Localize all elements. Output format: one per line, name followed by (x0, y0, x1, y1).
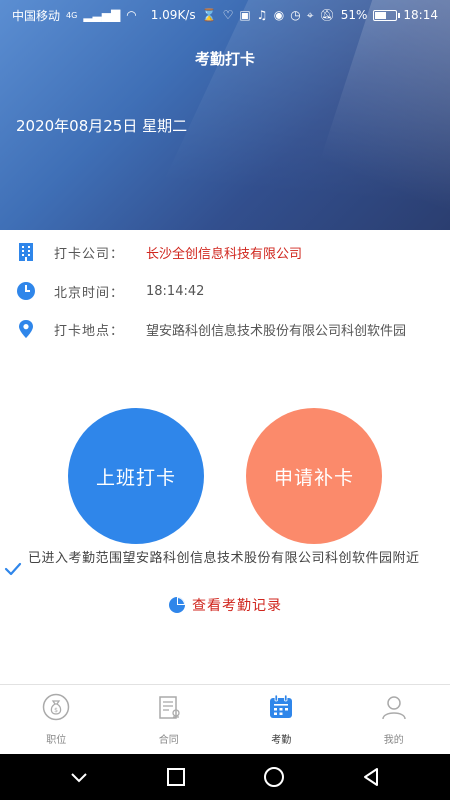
location-label: 打卡地点： (54, 323, 125, 339)
range-notice: 已进入考勤范围望安路科创信息技术股份有限公司科创软件园附近 (28, 551, 420, 566)
calendar-icon (270, 694, 293, 718)
square-icon (167, 768, 186, 786)
location-icon: ⌖ (306, 8, 314, 22)
wifi-icon: ◠ (126, 8, 137, 22)
location-row: 打卡地点： 望安路科创信息技术股份有限公司科创软件园 (0, 310, 450, 348)
time-label: 北京时间： (54, 285, 125, 301)
network-type: 4G (66, 10, 78, 20)
system-nav-bar (0, 754, 450, 800)
circle-icon (263, 767, 284, 787)
tab-contract[interactable]: 合同 (113, 685, 226, 754)
pie-chart-icon (169, 597, 185, 613)
battery-percent: 51% (340, 8, 368, 22)
nav-home-button[interactable] (244, 754, 304, 800)
time-row: 北京时间： 18:14:42 (0, 272, 450, 310)
tab-profile-label: 我的 (383, 735, 404, 746)
battery-icon (373, 9, 401, 21)
clock-in-button[interactable]: 上班打卡 (68, 408, 204, 544)
alarm-icon: ◷ (290, 8, 301, 22)
moneybag-icon: $ (43, 693, 70, 721)
tab-attendance[interactable]: 考勤 (225, 685, 338, 754)
contract-icon (159, 696, 180, 719)
signal-icon: ▂▃▅▇ (83, 8, 121, 22)
eye-icon: ◉ (273, 8, 285, 22)
company-row: 打卡公司： 长沙全创信息科技有限公司 (0, 233, 450, 271)
nav-down-button[interactable] (49, 754, 109, 800)
check-icon (4, 562, 22, 576)
back-triangle-icon (364, 768, 379, 786)
user-icon (382, 696, 406, 720)
nav-recents-button[interactable] (146, 754, 206, 800)
network-speed: 1.09K/s (150, 8, 196, 22)
clock-time: 18:14 (403, 8, 438, 22)
tab-attendance-label: 考勤 (271, 735, 292, 746)
tab-jobs[interactable]: $ 职位 (0, 685, 113, 754)
view-records-link[interactable]: 查看考勤记录 (0, 594, 450, 616)
tab-profile[interactable]: 我的 (338, 685, 450, 754)
view-records-label: 查看考勤记录 (192, 598, 282, 614)
tab-jobs-label: 职位 (46, 735, 67, 746)
nav-back-button[interactable] (341, 754, 401, 800)
company-value: 长沙全创信息科技有限公司 (146, 246, 303, 262)
page-title: 考勤打卡 (194, 50, 255, 68)
time-value: 18:14:42 (146, 283, 205, 299)
clock-icon (17, 282, 35, 300)
app-notification-icon: ▣ (239, 8, 251, 22)
mute-icon: 🔕︎ (319, 8, 335, 22)
tab-contract-label: 合同 (158, 735, 179, 746)
heart-icon: ♡ (222, 8, 234, 22)
bottom-tab-bar: $ 职位 合同 考勤 我的 (0, 684, 450, 754)
location-value: 望安路科创信息技术股份有限公司科创软件园 (146, 323, 407, 339)
building-icon (19, 243, 33, 261)
carrier-label: 中国移动 (12, 8, 61, 23)
apply-makeup-button[interactable]: 申请补卡 (246, 408, 382, 544)
chevron-down-icon (71, 773, 87, 783)
map-pin-icon (19, 320, 33, 338)
music-icon: ♫ (256, 8, 268, 22)
svg-text:$: $ (54, 707, 58, 714)
hourglass-icon: ⌛ (201, 8, 217, 22)
current-date: 2020年08月25日 星期二 (16, 117, 188, 135)
company-label: 打卡公司： (54, 246, 125, 262)
status-bar: 中国移动 4G ▂▃▅▇ ◠ 1.09K/s ⌛ ♡ ▣ ♫ ◉ ◷ ⌖ 🔕︎ … (0, 0, 450, 30)
